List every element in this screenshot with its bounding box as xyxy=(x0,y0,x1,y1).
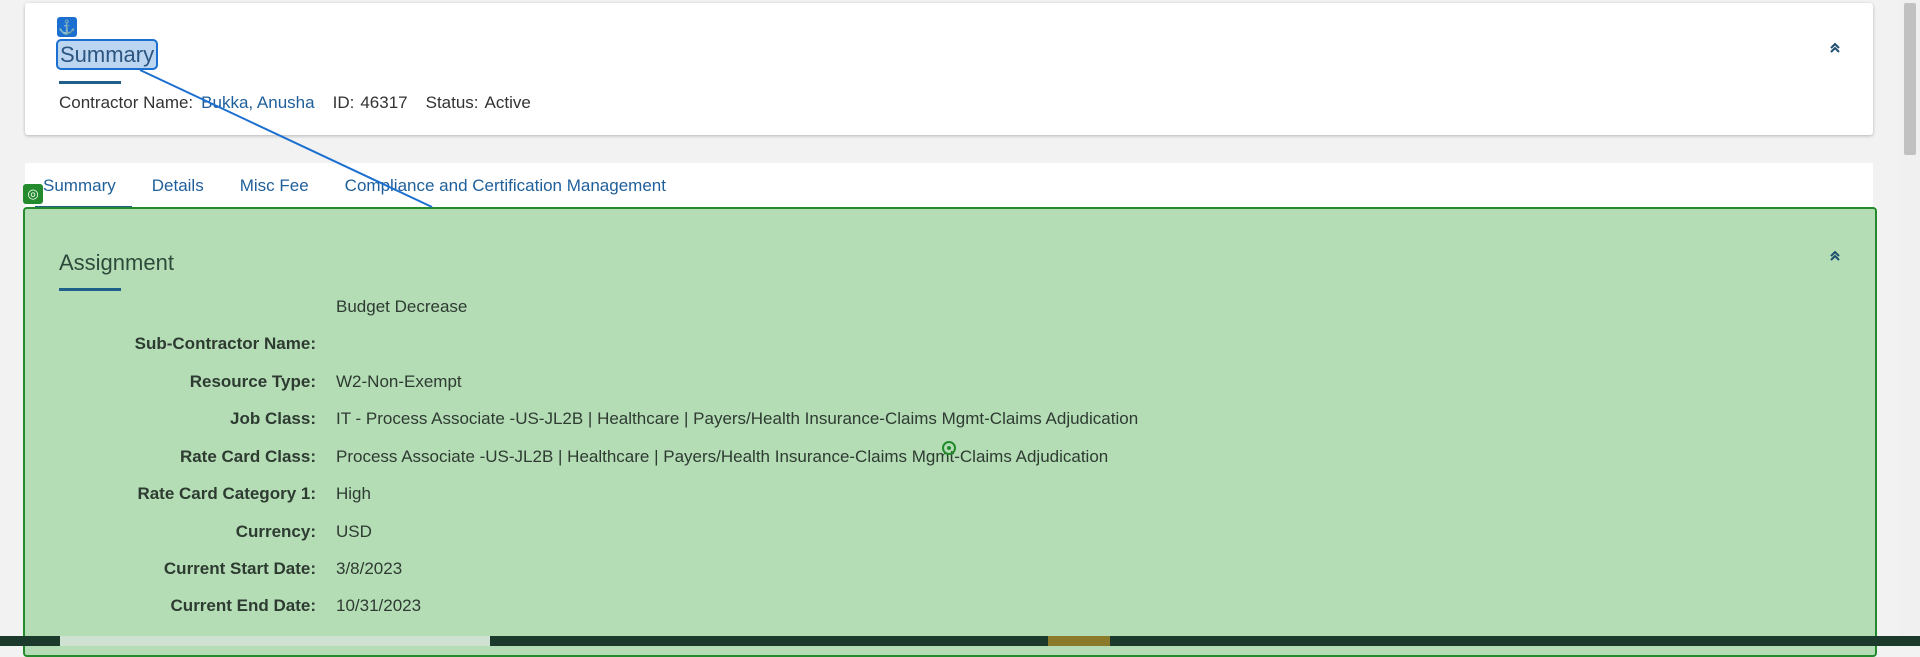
field-row: Currency: USD xyxy=(59,520,1259,544)
field-row: Resource Type: W2-Non-Exempt xyxy=(59,370,1259,394)
field-label: Current End Date: xyxy=(170,596,316,615)
field-value: USD xyxy=(336,522,372,541)
tab-bar: Summary Details Misc Fee Compliance and … xyxy=(25,163,1873,209)
contractor-name-label: Contractor Name: xyxy=(59,93,194,112)
field-row: Rate Card Category 1: High xyxy=(59,482,1259,506)
contractor-name-link[interactable]: Bukka, Anusha xyxy=(201,93,314,113)
target-icon[interactable]: ◎ xyxy=(23,184,43,204)
vertical-scrollbar[interactable] xyxy=(1900,0,1920,646)
field-row: Rate Card Class: Process Associate -US-J… xyxy=(59,445,1259,469)
id-value: 46317 xyxy=(360,93,408,112)
field-row: Current Start Date: 3/8/2023 xyxy=(59,557,1259,581)
taskbar-item[interactable] xyxy=(60,636,490,646)
contractor-meta: Contractor Name: Bukka, Anusha ID: 46317… xyxy=(59,92,531,114)
tab-misc-fee[interactable]: Misc Fee xyxy=(222,163,327,209)
field-row: Budget Decrease xyxy=(59,295,1259,319)
field-label: Rate Card Class: xyxy=(179,447,316,466)
field-label: Job Class: xyxy=(230,409,316,428)
field-label: Resource Type: xyxy=(189,372,316,391)
tab-label: Compliance and Certification Management xyxy=(344,176,666,195)
chevron-double-up-icon[interactable] xyxy=(1824,37,1846,59)
field-value: High xyxy=(336,484,371,503)
anchor-icon[interactable]: ⚓ xyxy=(57,17,77,37)
chevron-double-up-icon[interactable] xyxy=(1824,245,1846,267)
id-label: ID: xyxy=(332,93,355,112)
page-title-text: Summary xyxy=(60,42,155,67)
tab-label: Summary xyxy=(43,176,116,195)
title-underline xyxy=(59,81,121,84)
field-value: Process Associate -US-JL2B | Healthcare … xyxy=(336,447,1109,466)
field-label: Rate Card Category 1: xyxy=(137,484,316,503)
assignment-panel xyxy=(23,207,1877,657)
status-value: Active xyxy=(484,93,531,112)
field-value: Budget Decrease xyxy=(336,297,468,316)
tab-label: Misc Fee xyxy=(239,176,309,195)
field-label: Sub-Contractor Name: xyxy=(134,334,316,353)
crosshair-icon xyxy=(942,441,956,455)
field-value: 3/8/2023 xyxy=(336,559,403,578)
field-label: Currency: xyxy=(235,522,316,541)
tab-compliance[interactable]: Compliance and Certification Management xyxy=(327,163,684,209)
field-value: IT - Process Associate -US-JL2B | Health… xyxy=(336,409,1139,428)
scrollbar-thumb[interactable] xyxy=(1904,3,1916,155)
taskbar-item[interactable] xyxy=(1048,636,1110,646)
page-title[interactable]: Summary xyxy=(56,39,159,70)
field-value: W2-Non-Exempt xyxy=(336,372,462,391)
field-row: Current End Date: 10/31/2023 xyxy=(59,594,1259,618)
tab-label: Details xyxy=(151,176,204,195)
taskbar xyxy=(0,636,1920,646)
field-value: 10/31/2023 xyxy=(336,596,422,615)
tab-details[interactable]: Details xyxy=(134,163,222,209)
field-row: Sub-Contractor Name: xyxy=(59,332,1259,356)
assignment-title: Assignment xyxy=(59,250,174,275)
field-label: Current Start Date: xyxy=(163,559,316,578)
assignment-underline xyxy=(59,288,121,291)
status-label: Status: xyxy=(425,93,479,112)
summary-card xyxy=(25,3,1873,135)
field-row: Job Class: IT - Process Associate -US-JL… xyxy=(59,407,1259,431)
